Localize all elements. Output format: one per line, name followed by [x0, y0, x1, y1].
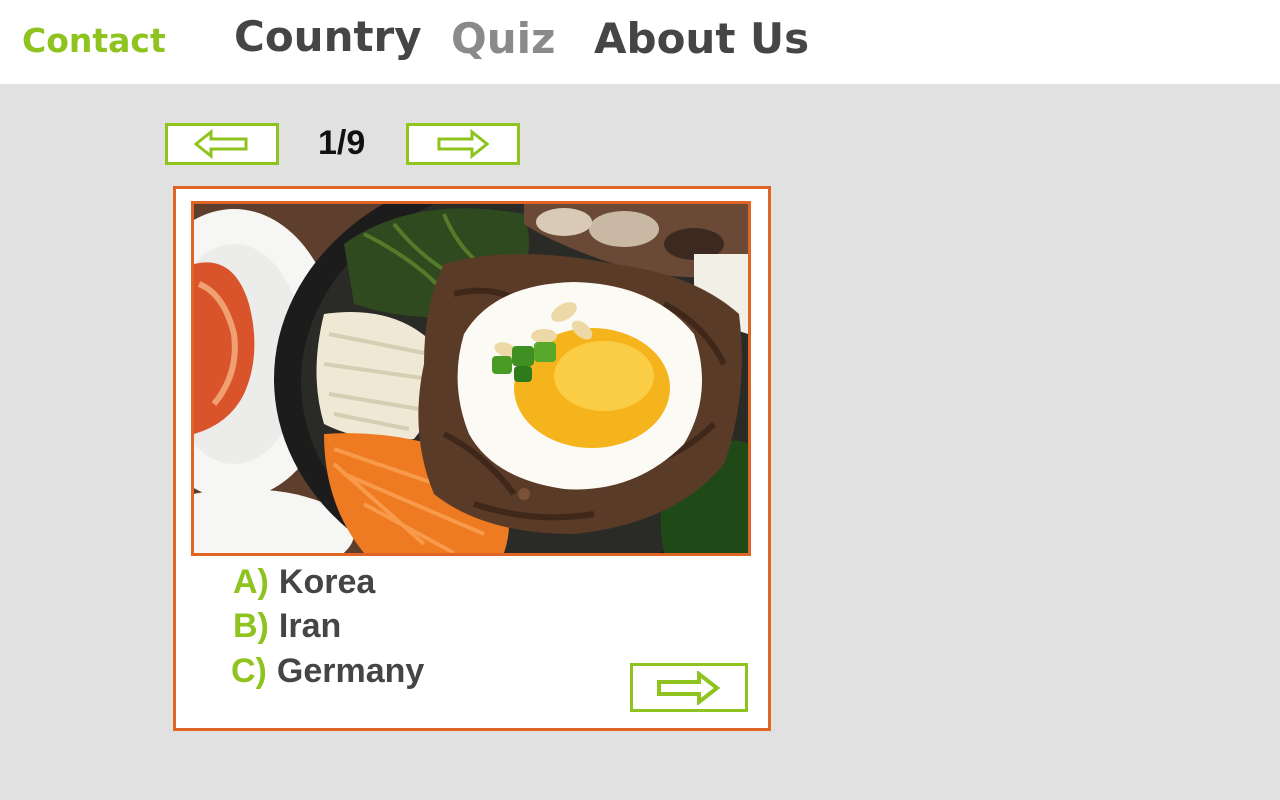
- quiz-card: A) Korea B) Iran C) Germany: [173, 186, 771, 731]
- right-arrow-icon: [437, 129, 489, 159]
- nav-country-link[interactable]: Country: [234, 16, 422, 58]
- answer-text: Germany: [276, 652, 425, 690]
- previous-question-button[interactable]: [165, 123, 279, 165]
- nav-quiz-link[interactable]: Quiz: [451, 18, 555, 60]
- top-nav-bar: Contact Country Quiz About Us: [0, 0, 1280, 84]
- submit-answer-button[interactable]: [630, 663, 748, 712]
- answer-option-c[interactable]: C) Germany: [231, 654, 424, 688]
- answer-letter: B): [233, 607, 269, 645]
- next-question-button[interactable]: [406, 123, 520, 165]
- right-arrow-icon: [657, 670, 721, 705]
- bibimbap-photo: [191, 201, 751, 556]
- left-arrow-icon: [194, 129, 248, 159]
- nav-about-us-link[interactable]: About Us: [594, 18, 809, 60]
- answer-letter: C): [231, 652, 267, 690]
- answer-text: Iran: [278, 607, 342, 645]
- answer-option-a[interactable]: A) Korea: [233, 565, 375, 599]
- answer-text: Korea: [278, 563, 376, 601]
- answer-letter: A): [233, 563, 269, 601]
- question-counter: 1/9: [318, 124, 366, 162]
- nav-contact-link[interactable]: Contact: [22, 24, 166, 57]
- answer-option-b[interactable]: B) Iran: [233, 609, 341, 643]
